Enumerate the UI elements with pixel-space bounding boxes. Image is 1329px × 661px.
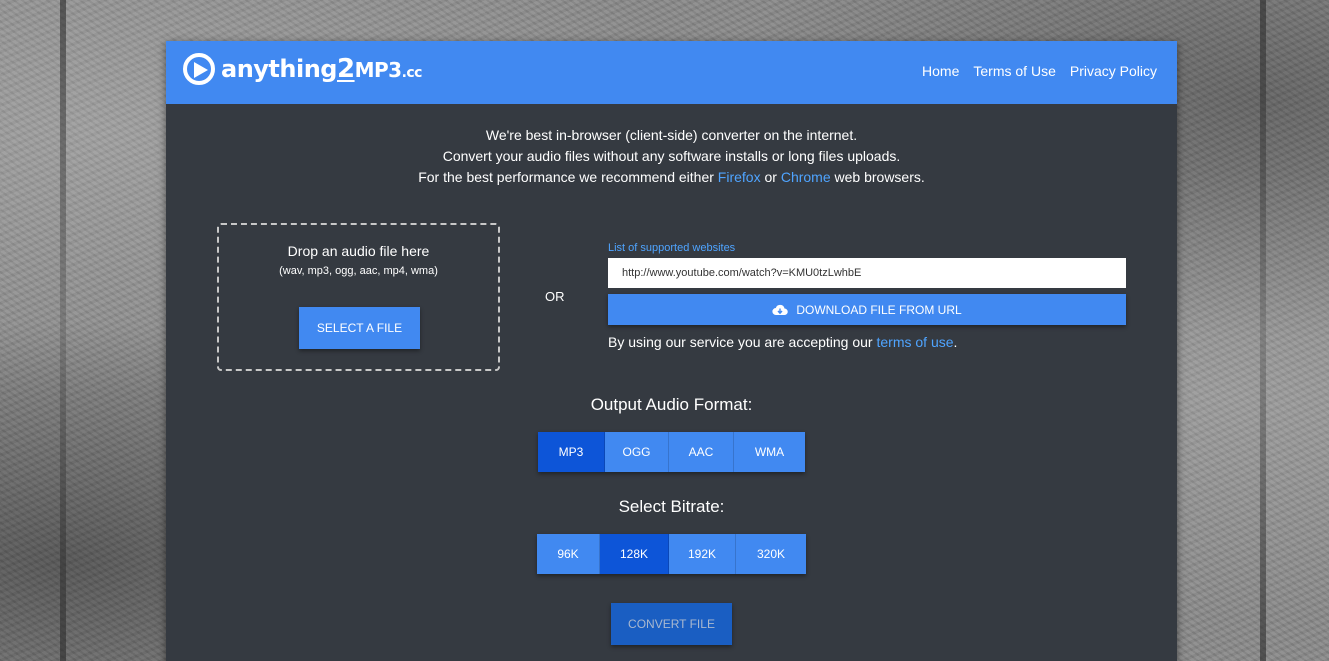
convert-file-button[interactable]: CONVERT FILE (611, 603, 732, 645)
intro-line-2: Convert your audio files without any sof… (442, 148, 901, 164)
bitrate-128k-button[interactable]: 128K (600, 534, 669, 574)
logo-text: anything2MP3.cc (221, 54, 422, 84)
nav-home[interactable]: Home (922, 63, 959, 79)
select-file-button[interactable]: SELECT A FILE (299, 307, 420, 349)
dropzone-formats: (wav, mp3, ogg, aac, mp4, wma) (279, 265, 438, 277)
format-wma-button[interactable]: WMA (734, 432, 805, 472)
nav-terms-of-use[interactable]: Terms of Use (973, 63, 1055, 79)
supported-websites-link[interactable]: List of supported websites (608, 242, 735, 254)
output-format-group: MP3 OGG AAC WMA (538, 432, 805, 472)
download-button-label: DOWNLOAD FILE FROM URL (796, 302, 962, 317)
bitrate-96k-button[interactable]: 96K (537, 534, 600, 574)
format-ogg-button[interactable]: OGG (605, 432, 669, 472)
bitrate-192k-button[interactable]: 192K (669, 534, 736, 574)
terms-notice: By using our service you are accepting o… (608, 334, 958, 350)
bitrate-group: 96K 128K 192K 320K (537, 534, 806, 574)
background-texture (1260, 0, 1266, 661)
top-nav: Home Terms of Use Privacy Policy (922, 63, 1157, 79)
nav-privacy-policy[interactable]: Privacy Policy (1070, 63, 1157, 79)
bitrate-320k-button[interactable]: 320K (736, 534, 806, 574)
terms-of-use-link[interactable]: terms of use (876, 334, 953, 350)
logo[interactable]: anything2MP3.cc (183, 53, 422, 85)
intro-line-1: We're best in-browser (client-side) conv… (485, 127, 858, 143)
format-aac-button[interactable]: AAC (669, 432, 734, 472)
or-label: OR (545, 289, 565, 304)
output-format-title: Output Audio Format: (590, 395, 753, 414)
chrome-link[interactable]: Chrome (781, 169, 831, 185)
file-dropzone[interactable]: Drop an audio file here (wav, mp3, ogg, … (217, 223, 500, 371)
intro-line-3: For the best performance we recommend ei… (418, 169, 925, 185)
url-input[interactable] (608, 258, 1126, 288)
dropzone-title: Drop an audio file here (287, 243, 430, 259)
cloud-download-icon (772, 304, 789, 315)
download-from-url-button[interactable]: DOWNLOAD FILE FROM URL (608, 294, 1126, 325)
play-circle-icon (183, 53, 215, 85)
bitrate-title: Select Bitrate: (618, 497, 725, 516)
header-bar: anything2MP3.cc Home Terms of Use Privac… (166, 41, 1177, 104)
format-mp3-button[interactable]: MP3 (538, 432, 605, 472)
converter-panel: anything2MP3.cc Home Terms of Use Privac… (166, 41, 1177, 661)
background-texture (60, 0, 66, 661)
firefox-link[interactable]: Firefox (718, 169, 761, 185)
